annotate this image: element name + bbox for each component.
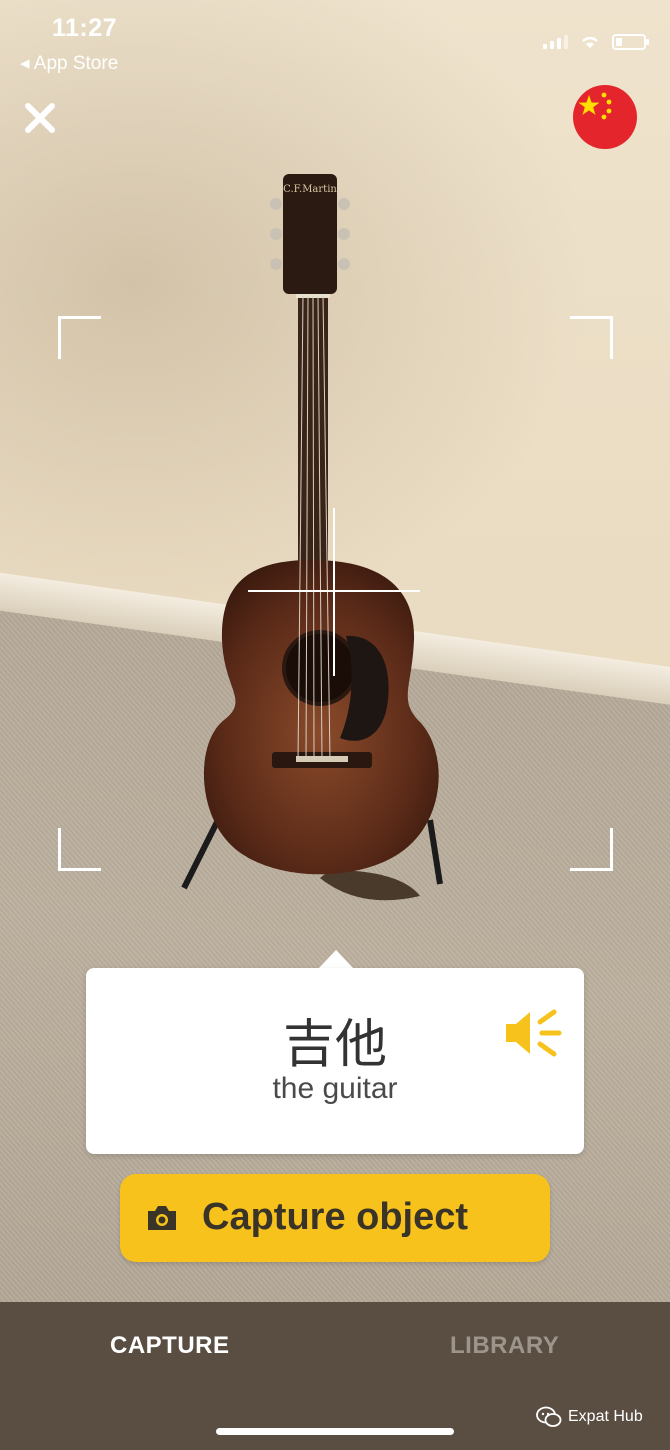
capture-object-button[interactable]: Capture object xyxy=(120,1174,550,1262)
watermark-label: Expat Hub xyxy=(568,1408,643,1425)
status-icons xyxy=(543,34,649,50)
viewfinder-corner-bottom-left xyxy=(58,828,101,871)
viewfinder-corner-bottom-right xyxy=(570,828,613,871)
back-to-app-store-link[interactable]: ◂ App Store xyxy=(20,52,118,75)
crosshair-vertical xyxy=(333,508,335,676)
translation-card: 吉他 the guitar xyxy=(86,968,584,1154)
svg-text:C.F.Martin: C.F.Martin xyxy=(283,184,337,195)
cellular-signal-icon xyxy=(543,35,568,49)
wechat-icon xyxy=(536,1406,562,1427)
camera-icon xyxy=(148,1206,176,1230)
status-time: 11:27 xyxy=(52,14,118,42)
viewfinder-corner-top-left xyxy=(58,316,101,359)
speaker-icon[interactable] xyxy=(504,1008,562,1058)
tab-capture[interactable]: CAPTURE xyxy=(110,1332,230,1360)
home-indicator xyxy=(216,1428,454,1435)
viewfinder-corner-top-right xyxy=(570,316,613,359)
tab-library[interactable]: LIBRARY xyxy=(450,1332,559,1360)
bottom-tab-bar: CAPTURE LIBRARY Expat Hub xyxy=(0,1302,670,1450)
watermark: Expat Hub xyxy=(536,1406,643,1428)
china-flag-icon[interactable] xyxy=(573,85,637,149)
capture-object-label: Capture object xyxy=(202,1196,469,1238)
word-meaning: the guitar xyxy=(272,1072,398,1105)
wifi-icon xyxy=(582,36,598,48)
close-icon[interactable] xyxy=(20,98,60,138)
card-pointer xyxy=(318,950,354,969)
battery-icon xyxy=(612,34,649,50)
